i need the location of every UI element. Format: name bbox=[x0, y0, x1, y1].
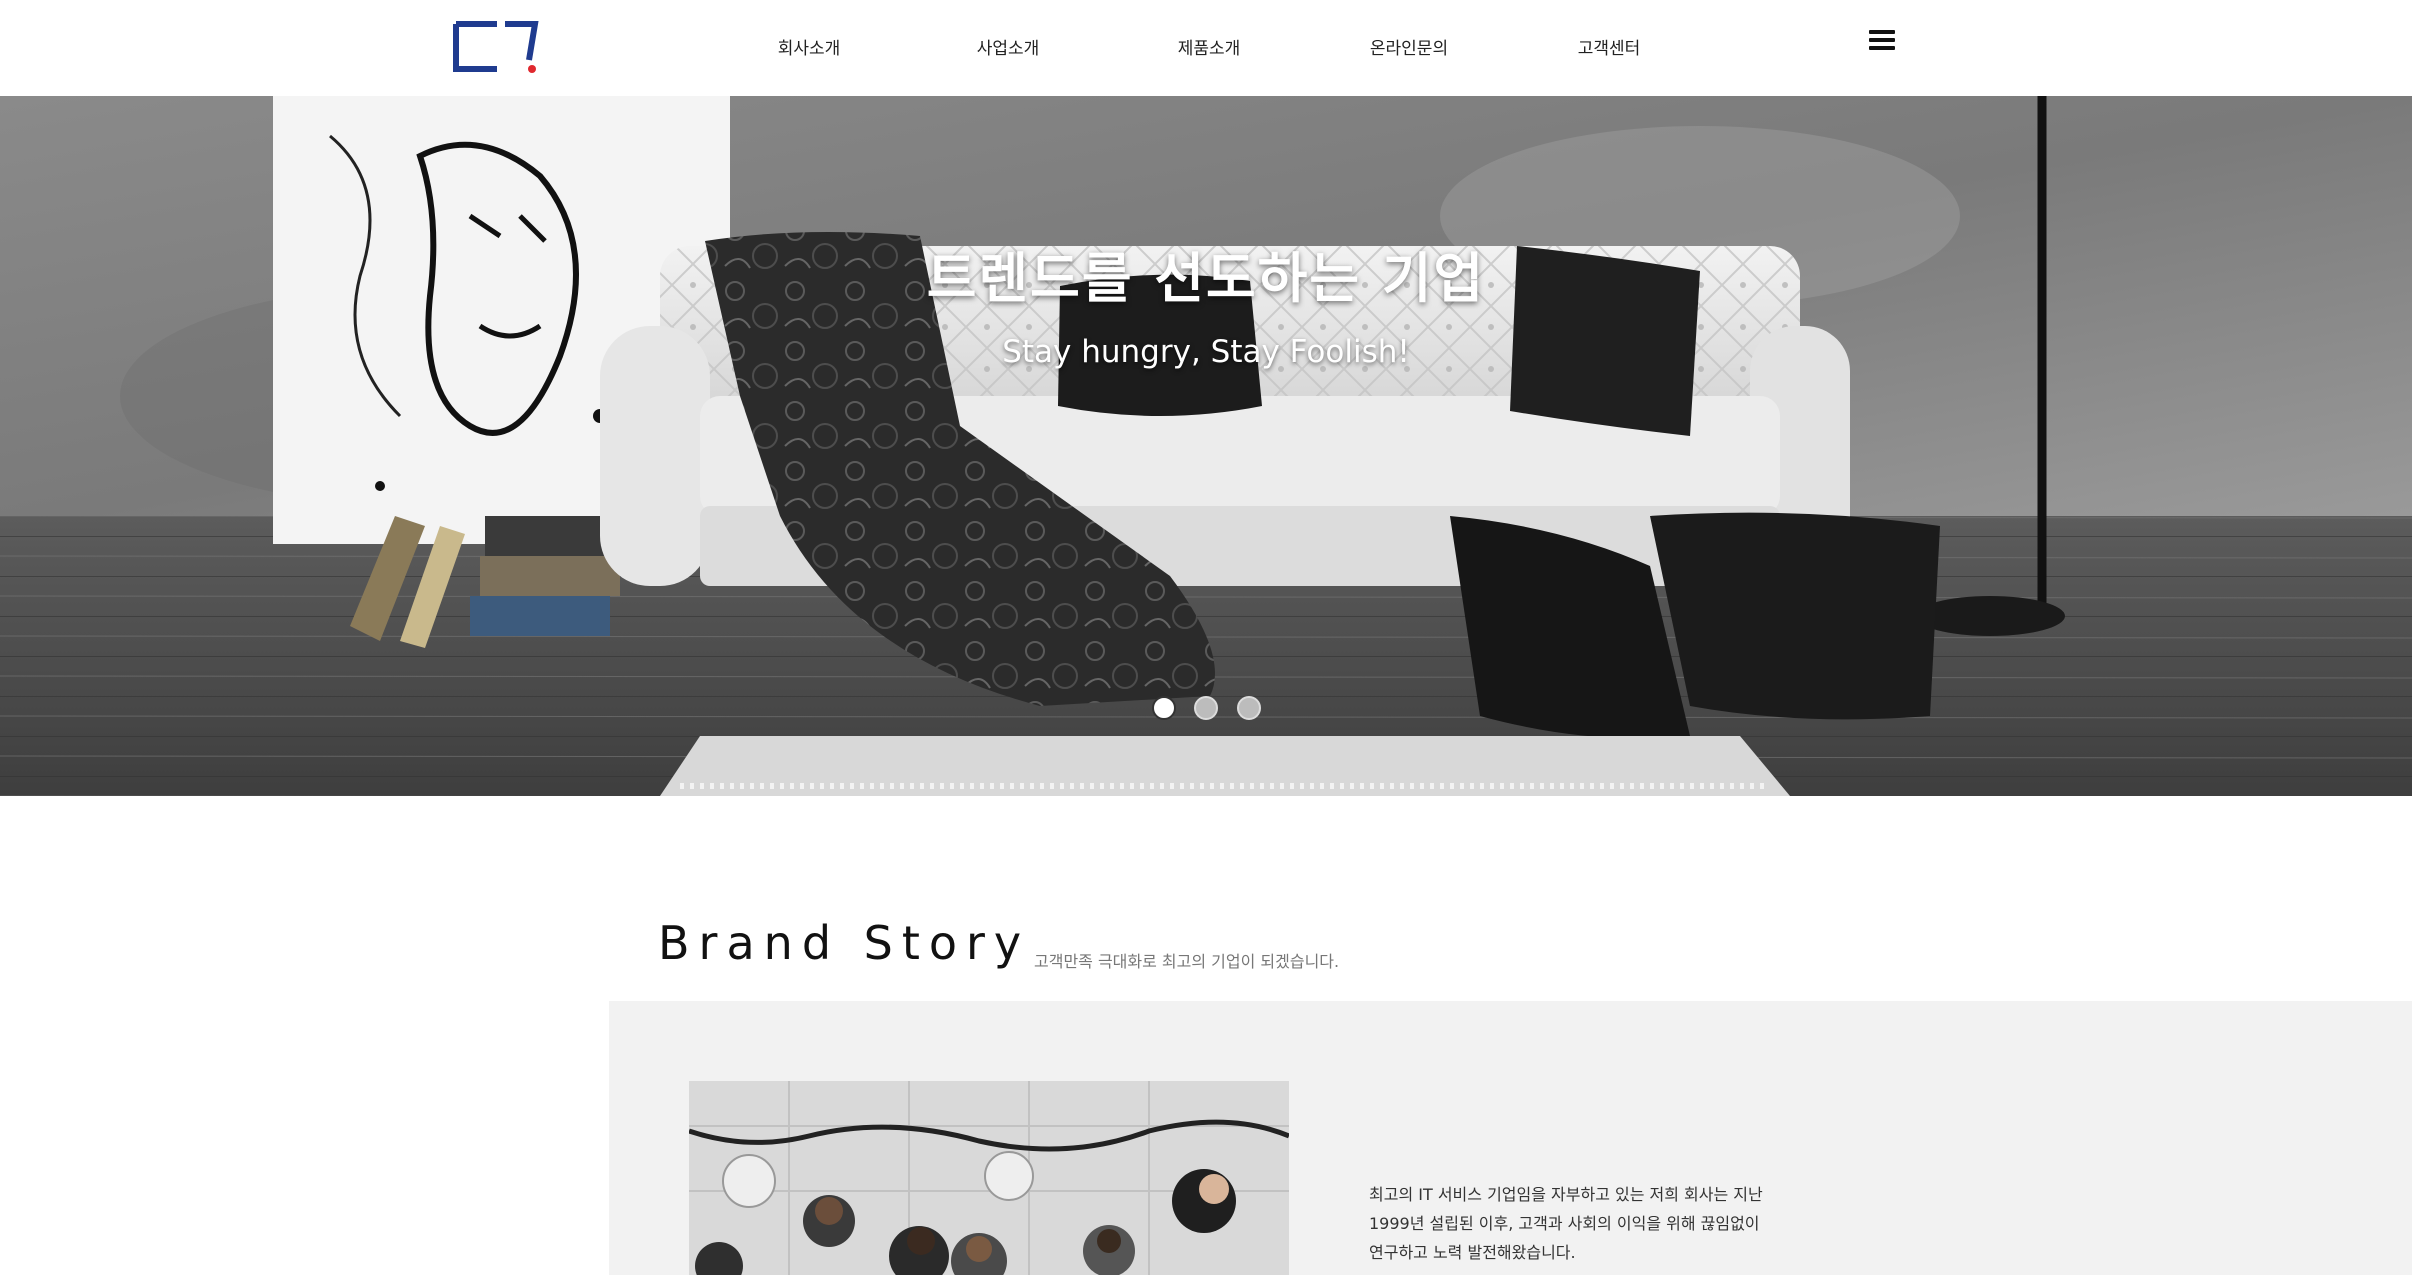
slider-pagination bbox=[1152, 696, 1272, 722]
hamburger-menu-icon[interactable] bbox=[1867, 30, 1897, 56]
hero-slider: 트렌드를 선도하는 기업 Stay hungry, Stay Foolish! bbox=[0, 96, 2412, 796]
brand-story-description: 고객만족 극대화로 최고의 기업이 되겠습니다. bbox=[1034, 952, 1340, 971]
main-nav: 회사소개 사업소개 제품소개 온라인문의 고객센터 bbox=[0, 0, 2412, 96]
slider-dot-2[interactable] bbox=[1194, 696, 1218, 720]
slider-dot-3[interactable] bbox=[1237, 696, 1261, 720]
nav-item-company[interactable]: 회사소개 bbox=[739, 34, 879, 59]
hero-title: 트렌드를 선도하는 기업 bbox=[926, 247, 1486, 310]
brand-story-photo bbox=[689, 1081, 1289, 1275]
nav-item-inquiry[interactable]: 온라인문의 bbox=[1339, 34, 1479, 59]
site-header: 회사소개 사업소개 제품소개 온라인문의 고객센터 bbox=[0, 0, 2412, 96]
nav-item-products[interactable]: 제품소개 bbox=[1139, 34, 1279, 59]
nav-item-business[interactable]: 사업소개 bbox=[938, 34, 1078, 59]
brand-story-text: 최고의 IT 서비스 기업임을 자부하고 있는 저희 회사는 지난 1999년 … bbox=[1369, 1180, 1809, 1267]
hero-subtitle: Stay hungry, Stay Foolish! bbox=[1002, 334, 1410, 370]
hero-background-image bbox=[0, 96, 2412, 796]
brand-text-line-2: 1999년 설립된 이후, 고객과 사회의 이익을 위해 끊임없이 bbox=[1369, 1214, 1760, 1233]
brand-text-line-1: 최고의 IT 서비스 기업임을 자부하고 있는 저희 회사는 지난 bbox=[1369, 1185, 1763, 1204]
brand-story-title: Brand Story bbox=[658, 916, 1031, 970]
brand-text-line-3: 연구하고 노력 발전해왔습니다. bbox=[1369, 1243, 1576, 1262]
slider-dot-1[interactable] bbox=[1152, 696, 1176, 720]
nav-item-support[interactable]: 고객센터 bbox=[1539, 34, 1679, 59]
